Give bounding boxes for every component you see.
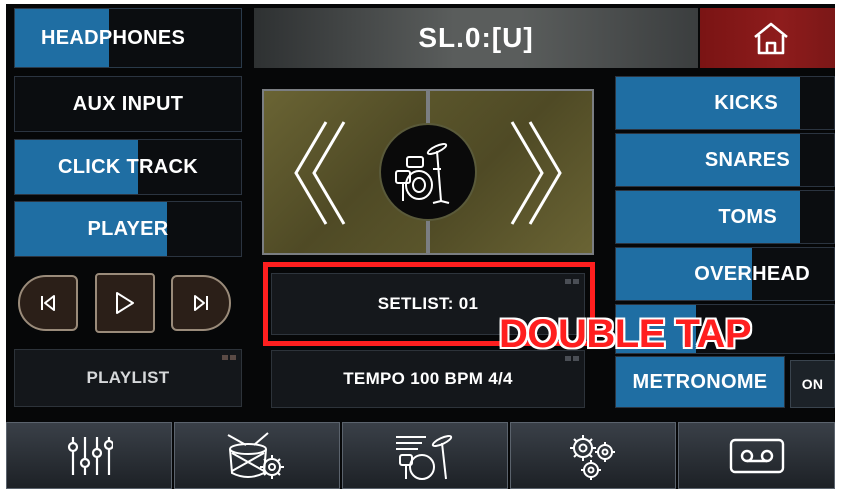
kit-edit-button[interactable]	[342, 422, 508, 489]
headphones-button[interactable]: HEADPHONES	[14, 8, 242, 68]
drum-settings-button[interactable]	[174, 422, 340, 489]
toms-label: TOMS	[718, 205, 777, 228]
metronome-toggle-label: ON	[801, 376, 824, 392]
kit-selector	[262, 89, 594, 255]
click-track-button[interactable]: CLICK TRACK	[14, 139, 242, 195]
metronome-button[interactable]: METRONOME	[615, 356, 785, 408]
tempo-label: TEMPO 100 BPM 4/4	[343, 369, 513, 388]
click-track-label: CLICK TRACK	[58, 155, 198, 178]
skip-forward-icon	[194, 295, 208, 311]
play-icon	[116, 292, 134, 314]
playlist-label: PLAYLIST	[86, 368, 170, 387]
player-label: PLAYER	[87, 217, 169, 240]
drum-settings-icon	[227, 431, 284, 479]
kicks-label: KICKS	[714, 91, 778, 114]
cassette-icon	[729, 438, 784, 473]
mixer-button[interactable]	[6, 422, 172, 489]
settings-button[interactable]	[510, 422, 676, 489]
home-button[interactable]	[700, 8, 835, 68]
chevron-left-icon	[294, 121, 346, 225]
drum-module-screen: HEADPHONES SL.0:[U] AUX INPUT CLICK TRAC…	[6, 4, 835, 489]
chevron-right-icon	[510, 121, 562, 225]
setlist-label: SETLIST: 01	[377, 294, 479, 313]
double-tap-text: DOUBLE TAP	[499, 311, 752, 356]
metronome-label: METRONOME	[632, 370, 768, 393]
metronome-toggle[interactable]: ON	[790, 360, 835, 408]
skip-back-icon	[41, 295, 55, 311]
double-tap-callout: DOUBLE TAP	[499, 308, 819, 360]
overhead-button[interactable]: OVERHEAD	[615, 247, 835, 301]
skip-forward-button[interactable]	[171, 275, 231, 331]
recorder-button[interactable]	[678, 422, 835, 489]
snares-button[interactable]: SNARES	[615, 133, 835, 187]
snares-label: SNARES	[704, 148, 790, 171]
toms-button[interactable]: TOMS	[615, 190, 835, 244]
kit-circle[interactable]	[379, 123, 477, 221]
skip-back-button[interactable]	[18, 275, 78, 331]
player-button[interactable]: PLAYER	[14, 201, 242, 257]
kicks-button[interactable]: KICKS	[615, 76, 835, 130]
mixer-sliders-icon	[67, 436, 113, 475]
settings-gears-icon	[570, 434, 615, 480]
setlist-title: SL.0:[U]	[418, 22, 534, 53]
aux-input-button[interactable]: AUX INPUT	[14, 76, 242, 132]
aux-input-label: AUX INPUT	[72, 92, 184, 115]
home-icon	[754, 22, 788, 55]
overhead-label: OVERHEAD	[694, 262, 810, 285]
headphones-label: HEADPHONES	[41, 26, 186, 49]
playlist-button[interactable]: PLAYLIST	[14, 349, 242, 407]
drum-kit-icon	[395, 142, 450, 204]
play-button[interactable]	[95, 273, 155, 333]
kit-edit-icon	[396, 434, 453, 480]
title-bar: SL.0:[U]	[254, 8, 698, 68]
